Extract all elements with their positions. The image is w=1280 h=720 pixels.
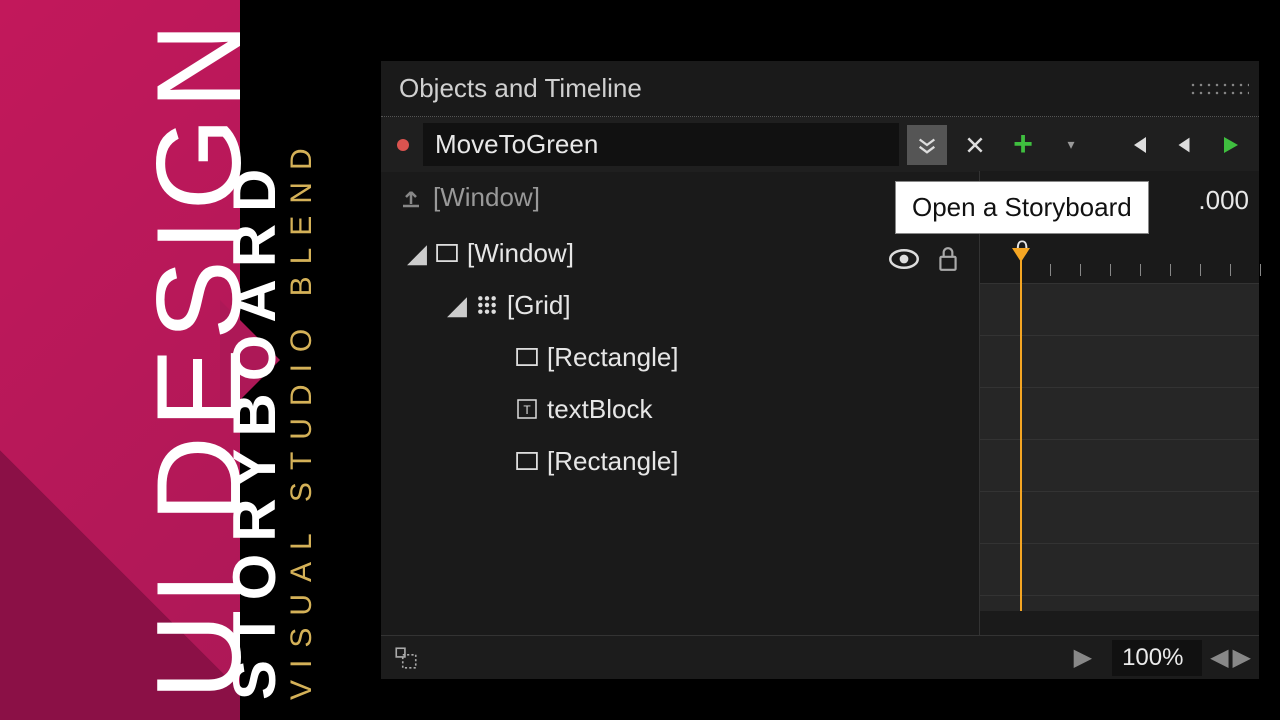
timeline-playhead[interactable] [1020,256,1022,611]
timeline-tick [1050,264,1051,276]
return-scope-icon [399,186,423,210]
lock-column-icon[interactable] [937,246,959,272]
timeline-area[interactable]: .000 0 [979,171,1259,651]
tree-scroll-right-icon[interactable]: ▶ [1074,643,1092,672]
timeline-tick [1200,264,1201,276]
show-hide-column-icon[interactable] [889,248,919,270]
timeline-scroll-right-icon[interactable]: ▶ [1233,643,1251,672]
timeline-tick [1080,264,1081,276]
expand-arrow-icon[interactable]: ◢ [447,290,467,321]
open-storyboard-tooltip: Open a Storyboard [895,181,1149,234]
banner-line-2: STORYBOARD [220,157,289,700]
grid-icon [473,295,501,315]
textblock-icon: T [513,399,541,419]
timeline-tick [1110,264,1111,276]
play-button[interactable] [1211,126,1249,164]
objects-and-timeline-panel: Objects and Timeline MoveToGreen + ▾ [ [380,60,1260,680]
storyboard-toolbar: MoveToGreen + ▾ [381,117,1259,172]
scope-label: [Window] [433,182,540,213]
previous-frame-button[interactable] [1165,126,1203,164]
timeline-tick [1260,264,1261,276]
rect-icon [513,348,541,366]
storyboard-dropdown-button[interactable]: ▾ [1051,125,1091,165]
window-icon [433,244,461,262]
timeline-tick [1140,264,1141,276]
scope-up-button[interactable] [393,645,419,671]
open-storyboard-button[interactable] [907,125,947,165]
close-storyboard-button[interactable] [955,125,995,165]
storyboard-name-field[interactable]: MoveToGreen [423,123,899,166]
new-storyboard-button[interactable]: + [1003,125,1043,165]
title-banner: UI DESIGN STORYBOARD VISUAL STUDIO BLEND [0,0,350,720]
panel-title: Objects and Timeline [381,61,1259,117]
column-header-icons [889,246,959,272]
banner-line-3: VISUAL STUDIO BLEND [285,136,319,700]
timeline-tick [1230,264,1231,276]
timeline-scroll-left-icon[interactable]: ◀ [1210,643,1228,672]
rect-icon [513,452,541,470]
timeline-tick [1170,264,1171,276]
go-to-first-frame-button[interactable] [1119,126,1157,164]
expand-arrow-icon[interactable]: ◢ [407,238,427,269]
playback-controls [1119,126,1249,164]
svg-text:T: T [523,403,531,417]
panel-footer: ▶ 100% ◀ ▶ [381,635,1259,679]
record-indicator-icon [397,139,409,151]
timeline-zoom-field[interactable]: 100% [1112,640,1202,676]
current-time-display: .000 [1198,185,1249,216]
